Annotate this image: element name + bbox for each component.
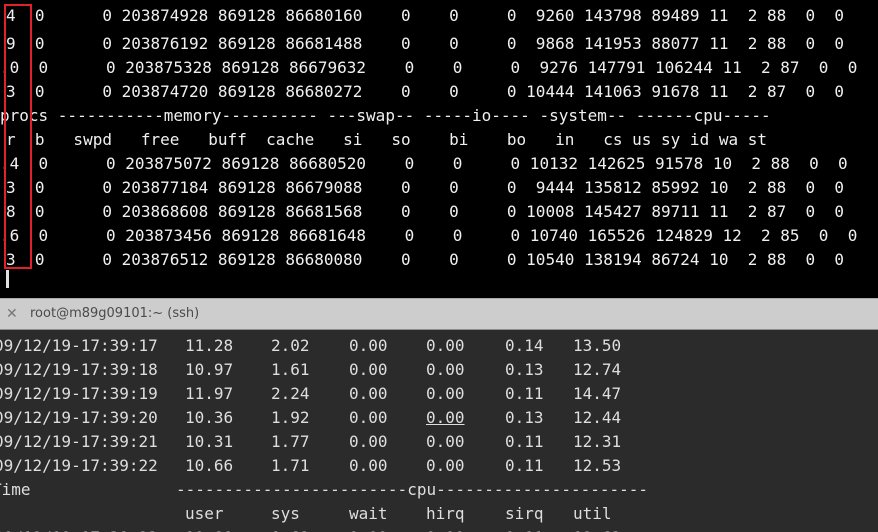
cell-user: 10.89 [185, 526, 233, 532]
vmstat-line: 3 0 0 203877184 869128 86679088 0 0 0 94… [6, 176, 844, 200]
cell-sirq: sirq [505, 502, 544, 526]
cell-sirq: 0.13 [505, 358, 544, 382]
cell-hirq: 0.00 [426, 334, 465, 358]
top-terminal-pane[interactable]: 4 0 0 203874928 869128 86680160 0 0 0 92… [0, 0, 878, 298]
cell-sys: sys [271, 502, 300, 526]
cell-time: 09/12/19-17:39:22 [0, 454, 158, 478]
vmstat-line: 3 0 0 203874720 869128 86680272 0 0 0 10… [6, 80, 844, 104]
cell-sys: 1.71 [271, 454, 310, 478]
cell-util: 12.53 [573, 454, 621, 478]
tsar-column-header: user sys wait hirq sirq util [0, 502, 878, 526]
vmstat-line: 9 0 0 203876192 869128 86681488 0 0 0 98… [6, 32, 844, 56]
cell-util: 12.63 [573, 526, 621, 532]
tab-title: root@m89g09101:~ (ssh) [30, 306, 199, 321]
cell-time: 09/12/19-17:39:23 [0, 526, 158, 532]
cell-sys: 1.92 [271, 406, 310, 430]
time-label: Time [0, 478, 31, 502]
cell-sirq: 0.11 [505, 526, 544, 532]
cell-time: 09/12/19-17:39:20 [0, 406, 158, 430]
cell-user: 10.36 [185, 406, 233, 430]
cell-sys: 2.02 [271, 334, 310, 358]
vmstat-line: .6 0 0 203873456 869128 86681648 0 0 0 1… [0, 224, 857, 248]
cell-util: 13.50 [573, 334, 621, 358]
bottom-terminal-pane[interactable]: 09/12/19-17:39:1711.282.020.000.000.1413… [0, 330, 878, 532]
cell-wait: 0.00 [349, 358, 388, 382]
vmstat-header-groups: procs -----------memory---------- ---swa… [0, 104, 771, 128]
tsar-row: 09/12/19-17:39:19 11.97 2.24 0.00 0.00 0.11 14… [0, 382, 878, 406]
cell-hirq: 0.00 [426, 382, 465, 406]
cell-sys: 1.61 [271, 358, 310, 382]
cell-user: 11.97 [185, 382, 233, 406]
vmstat-line: 8 0 0 203868608 869128 86681568 0 0 0 10… [6, 200, 844, 224]
tsar-row: 09/12/19-17:39:23 10.89 1.62 0.00 0.00 0.11 12… [0, 526, 878, 532]
cell-util: 12.31 [573, 430, 621, 454]
cell-time: 09/12/19-17:39:17 [0, 334, 158, 358]
cpu-group-dashes: ------------------------cpu-------------… [176, 478, 648, 502]
vmstat-line: .4 0 0 203875072 869128 86680520 0 0 0 1… [0, 152, 848, 176]
vmstat-line: .0 0 0 203875328 869128 86679632 0 0 0 9… [0, 56, 857, 80]
cell-sirq: 0.14 [505, 334, 544, 358]
cell-hirq: 0.00 [426, 406, 465, 430]
vmstat-header-columns: r b swpd free buff cache si so bi bo in … [6, 128, 767, 152]
tsar-row: 09/12/19-17:39:17 11.28 2.02 0.00 0.00 0.14 13… [0, 334, 878, 358]
cell-sys: 1.77 [271, 430, 310, 454]
cell-sirq: 0.11 [505, 430, 544, 454]
cell-sirq: 0.11 [505, 382, 544, 406]
cell-user: 10.66 [185, 454, 233, 478]
cell-hirq: 0.00 [426, 358, 465, 382]
cell-util: 12.74 [573, 358, 621, 382]
cell-hirq: 0.00 [426, 454, 465, 478]
cell-wait: 0.00 [349, 406, 388, 430]
tsar-row: 09/12/19-17:39:18 10.97 1.61 0.00 0.00 0.13 12… [0, 358, 878, 382]
vmstat-line: 4 0 0 203874928 869128 86680160 0 0 0 92… [6, 4, 844, 28]
cell-hirq: 0.00 [426, 526, 465, 532]
cell-util: util [573, 502, 612, 526]
cell-time: 09/12/19-17:39:18 [0, 358, 158, 382]
cell-wait: 0.00 [349, 382, 388, 406]
cell-time: 09/12/19-17:39:19 [0, 382, 158, 406]
cell-sys: 1.62 [271, 526, 310, 532]
cell-util: 14.47 [573, 382, 621, 406]
close-icon[interactable]: ✕ [6, 306, 18, 322]
cell-user: 10.31 [185, 430, 233, 454]
terminal-cursor [6, 270, 9, 288]
cell-hirq: hirq [426, 502, 465, 526]
cell-user: 10.97 [185, 358, 233, 382]
cell-wait: 0.00 [349, 526, 388, 532]
vmstat-line: 3 0 0 203876512 869128 86680080 0 0 0 10… [6, 248, 844, 272]
terminal-tab[interactable]: ✕ root@m89g09101:~ (ssh) [0, 298, 878, 330]
tsar-row: 09/12/19-17:39:20 10.36 1.92 0.00 0.00 0.13 12… [0, 406, 878, 430]
cell-hirq: 0.00 [426, 430, 465, 454]
cell-util: 12.44 [573, 406, 621, 430]
cell-wait: 0.00 [349, 334, 388, 358]
highlight-box [4, 4, 32, 269]
tsar-row: 09/12/19-17:39:22 10.66 1.71 0.00 0.00 0.11 12… [0, 454, 878, 478]
cell-wait: 0.00 [349, 430, 388, 454]
cell-user: user [185, 502, 224, 526]
cell-sys: 2.24 [271, 382, 310, 406]
cell-user: 11.28 [185, 334, 233, 358]
cell-sirq: 0.13 [505, 406, 544, 430]
cell-wait: 0.00 [349, 454, 388, 478]
tsar-row: 09/12/19-17:39:21 10.31 1.77 0.00 0.00 0.11 12… [0, 430, 878, 454]
cell-wait: wait [349, 502, 388, 526]
cell-time: 09/12/19-17:39:21 [0, 430, 158, 454]
cell-sirq: 0.11 [505, 454, 544, 478]
